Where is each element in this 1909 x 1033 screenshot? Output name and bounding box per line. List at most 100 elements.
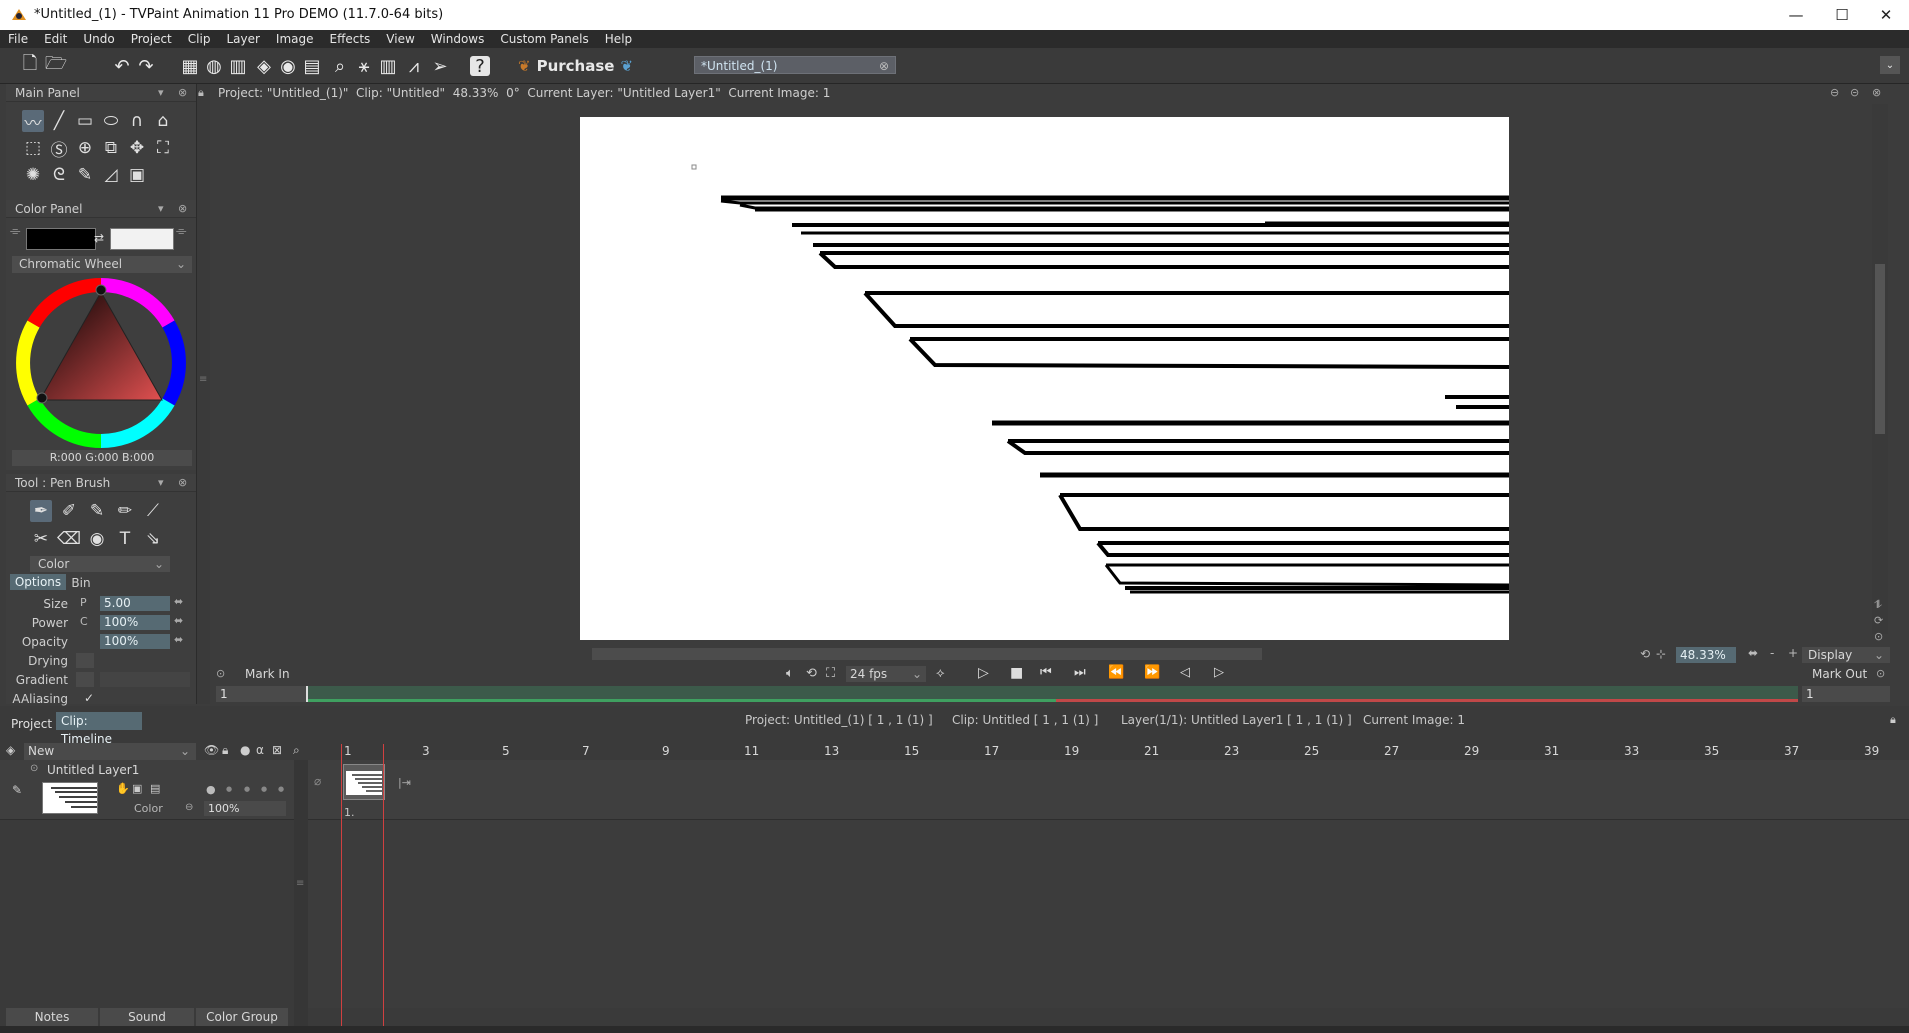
color-wheel-icon[interactable]: ◍ [202,54,226,78]
collapse-icon[interactable]: ⊠ [272,743,282,757]
camera-tool-icon[interactable]: ⛶ [152,137,174,159]
layer-dot-2-icon[interactable]: ● [226,785,232,793]
pick-tool-icon[interactable]: ✎ [74,164,96,186]
layer-color-dot-icon[interactable]: ⊙ [30,763,38,774]
zoom-field[interactable]: 48.33% [1676,647,1736,663]
light-table-icon[interactable]: ◉ [276,54,300,78]
zoom-add-tool-icon[interactable]: ⊕ [74,137,96,159]
layer-opacity-field[interactable]: 100% [204,801,286,816]
panel-close-icon[interactable]: ⊗ [178,476,187,489]
layers-icon[interactable]: ◈ [252,54,276,78]
viewport-close-icon[interactable]: ⊗ [1872,86,1881,99]
menu-layer[interactable]: Layer [218,32,267,46]
power-spin-icon[interactable]: ⬌ [174,614,183,627]
knife-icon[interactable]: ✂ [30,528,52,550]
frame-cell[interactable] [343,764,385,800]
menu-image[interactable]: Image [268,32,322,46]
opacity-spin-icon[interactable]: ⬌ [174,633,183,646]
play-icon[interactable]: ▷ [978,665,989,681]
close-button[interactable]: ✕ [1863,2,1909,28]
water-icon[interactable]: ◉ [86,528,108,550]
open-project-icon[interactable]: 🗁 [44,53,68,78]
rect-select-tool-icon[interactable]: ⬚ [22,137,44,159]
layer-dot-1-icon[interactable]: ● [206,783,216,796]
lock-icon[interactable]: 🔒︎ [198,86,204,100]
light-table-layer-icon[interactable]: ● [240,743,250,757]
menu-help[interactable]: Help [597,32,640,46]
flip-icon[interactable]: ⥮ [1874,598,1882,612]
left-panel-splitter[interactable]: ≡ [196,84,210,704]
visibility-icon[interactable]: 👁︎ [204,743,219,757]
center-view-icon[interactable]: ⊹ [1656,647,1666,661]
mark-out-icon[interactable]: ⊙ [1876,667,1885,680]
timeline-empty-area[interactable] [308,820,1908,1008]
frame-extend-icon[interactable]: |⇥ [398,776,411,789]
marker-icon[interactable]: ✎ [86,500,108,522]
panel-collapse-icon[interactable]: ▾ [158,476,164,489]
secondary-color-swatch[interactable] [110,228,174,250]
viewport-collapse-icon[interactable]: ⊝ [1850,86,1859,99]
menu-view[interactable]: View [378,32,422,46]
warp-tool-icon[interactable]: ✺ [22,164,44,186]
zoom-in-icon[interactable]: + [1788,646,1798,660]
project-tab[interactable]: Project [6,712,56,731]
layer-add-icon[interactable]: ▤ [150,782,160,795]
loop-icon[interactable]: ⟲ [806,666,817,681]
power-field[interactable]: 100% [100,615,170,630]
undo-icon[interactable]: ↶ [110,54,134,78]
vertical-scroll-thumb[interactable] [1875,264,1885,434]
curve-tool-icon[interactable]: ∩ [126,110,148,132]
search-icon[interactable]: ⌕ [328,54,352,78]
polygon-tool-icon[interactable]: ◿ [100,164,122,186]
rotate-icon[interactable]: ⟳ [1874,614,1883,627]
layer-dot-3-icon[interactable]: ● [244,785,250,793]
clip-timeline-tab[interactable]: Clip: Timeline [56,712,142,746]
eyedropper-right-icon[interactable]: ⌯ [176,224,186,239]
step-forward-icon[interactable]: ▷ [1214,665,1224,680]
pencil-icon[interactable]: ✏ [114,500,136,522]
move-tool-icon[interactable]: ✥ [126,137,148,159]
mark-in-icon[interactable]: ⊙ [216,667,225,680]
layer-stack-icon[interactable]: ◈ [6,743,15,757]
search-layer-icon[interactable]: ⌕ [293,743,300,758]
drawing-canvas[interactable] [580,117,1509,640]
toolbar-menu-chevron-icon[interactable]: ⌄ [1880,56,1900,74]
stop-icon[interactable]: ■ [1010,665,1023,681]
opacity-field[interactable]: 100% [100,634,170,649]
tool-mode-select[interactable]: Color ⌄ [30,556,170,572]
next-frame-icon[interactable]: ⏩ [1144,665,1160,680]
mark-out-field[interactable]: 1 [1802,686,1890,702]
line-tool-icon[interactable]: ╱ [48,110,70,132]
play-mode-icon[interactable]: ⟡ [936,666,945,681]
layer-row[interactable] [0,760,1909,820]
menu-effects[interactable]: Effects [322,32,379,46]
fullscreen-icon[interactable]: ⛶ [826,666,835,681]
aaliasing-checkbox[interactable]: ✓ [84,691,94,705]
eyedropper-icon[interactable]: ⌯ [10,224,20,239]
color-mode-select[interactable]: Chromatic Wheel ⌄ [12,256,192,273]
graph-icon[interactable]: ⩘ [402,54,426,78]
step-back-icon[interactable]: ◁ [1180,665,1190,680]
rectangle-tool-icon[interactable]: ▭ [74,110,96,132]
fill-tool-icon[interactable]: ⌂ [152,110,174,132]
palette-icon[interactable]: ▤ [300,54,324,78]
drying-checkbox[interactable] [76,653,94,668]
custom-brush-icon[interactable]: ⇘ [142,528,164,550]
size-pressure-toggle[interactable]: P [80,596,87,609]
lock-layer-icon[interactable]: 🔒︎ [222,743,228,758]
sound-icon[interactable]: 🔈︎ [786,666,794,681]
zoom-out-icon[interactable]: - [1770,646,1774,660]
zoom-fit-icon[interactable]: ⬌ [1748,646,1758,660]
shape-select-tool-icon[interactable]: Ⓢ [48,137,70,161]
timeline-splitter[interactable]: ≡ [294,760,308,1033]
new-project-icon[interactable]: 🗋 [18,53,42,78]
chromatic-wheel[interactable] [14,276,188,450]
power-pressure-toggle[interactable]: C [80,615,88,628]
text-tool-icon[interactable]: T [114,528,136,550]
pen-brush-icon[interactable]: ✒ [30,500,52,522]
horizontal-scrollbar[interactable] [592,648,1262,660]
toolbox-icon[interactable]: ▦ [178,54,202,78]
vertical-scrollbar[interactable] [1872,104,1888,634]
panel-collapse-icon[interactable]: ▾ [158,86,164,99]
spiral-tool-icon[interactable]: ᘓ [48,164,70,186]
